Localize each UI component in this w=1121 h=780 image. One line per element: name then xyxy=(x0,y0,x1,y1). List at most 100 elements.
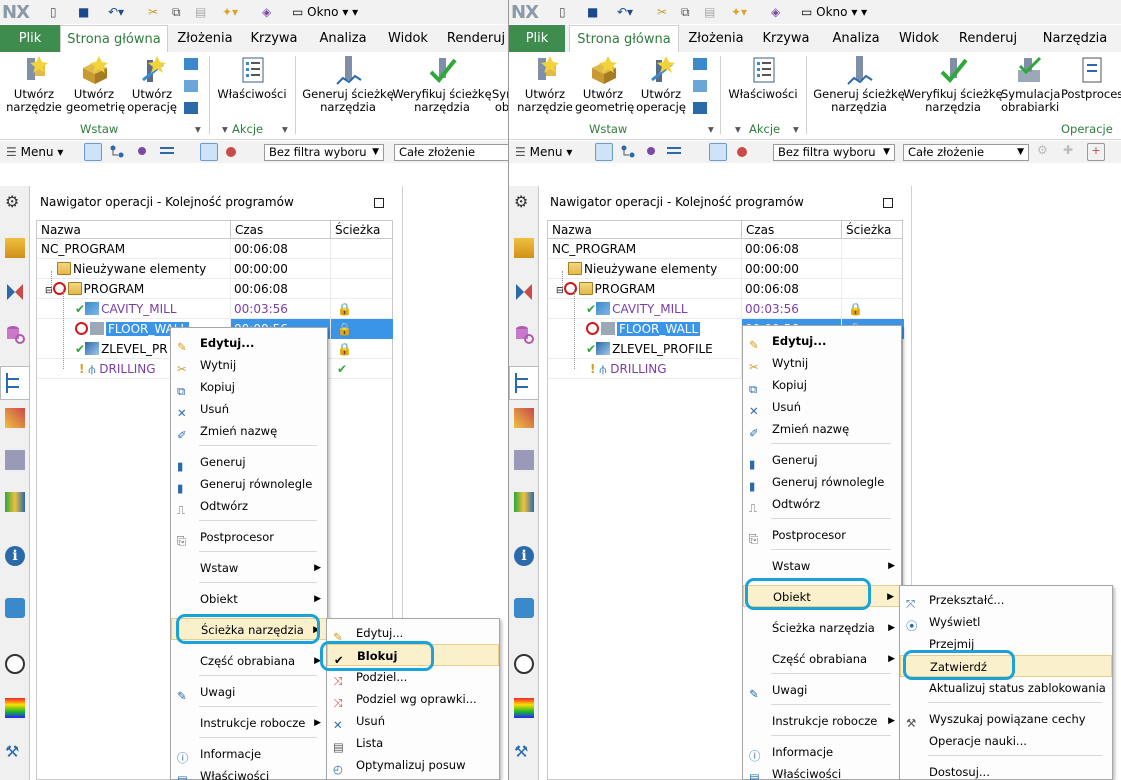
tab-tools[interactable]: Narzędzia xyxy=(1033,25,1117,52)
properties-button[interactable]: Właściwości xyxy=(727,54,799,101)
program-order-view-icon[interactable] xyxy=(709,143,727,161)
submenu-item-customize[interactable]: Dostosuj... xyxy=(900,761,1112,780)
submenu-item-update-lock-status[interactable]: Aktualizuj status zablokowania xyxy=(900,677,1112,699)
save-icon[interactable]: ■ xyxy=(78,4,89,20)
machine-tool-navigator-icon[interactable] xyxy=(514,408,534,428)
menu-item-edit[interactable]: ✎ Edytuj... xyxy=(171,332,327,354)
roles-icon[interactable]: ⚒ xyxy=(514,742,534,762)
table-row[interactable]: ⊟ PROGRAM 00:06:08 xyxy=(37,279,392,299)
tab-home[interactable]: Strona główna xyxy=(569,25,679,53)
create-tool-button[interactable]: Utwórz narzędzie xyxy=(6,54,62,114)
postprocess-button[interactable]: Postproces xyxy=(1061,54,1121,101)
menu-item-rename[interactable]: ✐ Zmień nazwę xyxy=(743,418,901,440)
column-header-name[interactable]: Nazwa xyxy=(37,221,231,239)
tab-curve[interactable]: Krzywa xyxy=(242,25,306,52)
list-icon[interactable] xyxy=(665,143,683,161)
window-menu[interactable]: ▭ Okno ▾ ▾ xyxy=(801,3,867,21)
web-browser-icon[interactable] xyxy=(5,598,25,618)
generate-path-button[interactable]: Generuj ścieżkę narzędzia xyxy=(302,54,394,114)
column-header-name[interactable]: Nazwa xyxy=(548,221,742,239)
tab-render[interactable]: Renderuj xyxy=(953,25,1023,52)
column-header-time[interactable]: Czas xyxy=(231,221,331,239)
tab-analysis[interactable]: Analiza xyxy=(823,25,889,52)
type-filter-icon[interactable] xyxy=(84,143,102,161)
small-geometry-icon[interactable] xyxy=(693,80,707,92)
group-actions-left-expand-icon[interactable]: ▾ xyxy=(222,122,228,136)
selection-intent-icon[interactable]: ⚙ xyxy=(1037,143,1055,161)
menu-item-object[interactable]: Obiekt ▶ xyxy=(171,588,327,610)
menu-item-work-instructions[interactable]: Instrukcje robocze ▶ xyxy=(743,710,901,732)
machine-tool-view-icon[interactable] xyxy=(222,143,240,161)
command-finder-icon[interactable]: ◈ xyxy=(771,4,780,20)
submenu-item-display[interactable]: ⦿ Wyświetl xyxy=(900,611,1112,633)
save-icon[interactable]: ■ xyxy=(587,4,598,20)
table-row[interactable]: NC_PROGRAM 00:06:08 xyxy=(548,239,902,259)
copy-icon[interactable]: ⧉ xyxy=(172,4,181,20)
constraint-navigator-icon[interactable] xyxy=(5,282,25,302)
command-finder-icon[interactable]: ◈ xyxy=(262,4,271,20)
reuse-library-icon[interactable] xyxy=(5,492,25,512)
cut-icon[interactable]: ✂ xyxy=(148,4,158,20)
tab-assemblies[interactable]: Złożenia xyxy=(683,25,749,52)
machining-features-icon[interactable] xyxy=(5,450,25,470)
menu-item-workpiece[interactable]: Część obrabiana ▶ xyxy=(171,650,327,672)
menu-item-generate[interactable]: ▮ Generuj xyxy=(743,449,901,471)
group-actions-left-expand-icon[interactable]: ▾ xyxy=(735,122,741,136)
information-icon[interactable]: i xyxy=(5,546,25,566)
table-row[interactable]: Nieużywane elementy 00:00:00 xyxy=(37,259,392,279)
group-actions-expand-icon[interactable]: ▾ xyxy=(282,122,288,136)
history-clock-icon[interactable] xyxy=(514,654,534,674)
information-icon[interactable]: i xyxy=(514,546,534,566)
menu-item-postprocessor[interactable]: ⎘ Postprocesor xyxy=(171,526,327,548)
simulate-machine-button[interactable]: Symulacja obrabiarki xyxy=(1001,54,1060,114)
menu-item-replay[interactable]: ⎍ Odtwórz xyxy=(171,495,327,517)
maximize-icon[interactable] xyxy=(883,198,893,208)
wand-icon[interactable]: ✦▾ xyxy=(222,4,238,20)
maximize-icon[interactable] xyxy=(374,198,384,208)
submenu-item-split-by-holder[interactable]: ⤨ Podziel wg oprawki... xyxy=(327,688,499,710)
submenu-item-teach-operations[interactable]: Operacje nauki... xyxy=(900,730,1112,752)
palette-icon[interactable] xyxy=(514,698,534,718)
table-row[interactable]: NC_PROGRAM 00:06:08 xyxy=(37,239,392,259)
menu-item-generate-parallel[interactable]: ▮ Generuj równolegle xyxy=(171,473,327,495)
menu-button[interactable]: ☰ Menu ▾ xyxy=(6,144,63,161)
verify-path-button[interactable]: Weryfikuj ścieżkę narzędzia xyxy=(392,54,492,114)
tab-view[interactable]: Widok xyxy=(893,25,945,52)
web-browser-icon[interactable] xyxy=(514,598,534,618)
undo-icon[interactable]: ↶▾ xyxy=(617,4,633,20)
table-row[interactable]: ✔ CAVITY_MILL 00:03:56 🔒 xyxy=(548,299,902,319)
create-tool-button[interactable]: Utwórz narzędzie xyxy=(517,54,573,114)
create-operation-button[interactable]: Utwórz operację xyxy=(633,54,689,114)
tab-file[interactable]: Plik xyxy=(0,25,60,52)
column-header-path[interactable]: Ścieżka xyxy=(842,221,904,239)
cut-icon[interactable]: ✂ xyxy=(657,4,667,20)
menu-item-toolpath[interactable]: Ścieżka narzędzia ▶ xyxy=(743,617,901,639)
menu-item-edit[interactable]: ✎ Edytuj... xyxy=(743,330,901,352)
snap-point-icon[interactable]: ✚ xyxy=(1063,143,1081,161)
verify-path-button[interactable]: Weryfikuj ścieżkę narzędzia xyxy=(903,54,1003,114)
submenu-item-optimize-feed[interactable]: ◴ Optymalizuj posuw xyxy=(327,754,499,776)
menu-item-cut[interactable]: ✂ Wytnij xyxy=(171,354,327,376)
machine-tool-view-icon[interactable] xyxy=(733,143,751,161)
tree-filter-icon[interactable] xyxy=(108,143,126,161)
machine-tool-navigator-icon[interactable] xyxy=(5,408,25,428)
menu-item-workpiece[interactable]: Część obrabiana ▶ xyxy=(743,648,901,670)
snap-icon[interactable] xyxy=(643,143,661,161)
window-menu[interactable]: ▭ Okno ▾ ▾ xyxy=(292,3,358,21)
submenu-item-list[interactable]: ▤ Lista xyxy=(327,732,499,754)
menu-item-work-instructions[interactable]: Instrukcje robocze ▶ xyxy=(171,712,327,734)
part-navigator-icon[interactable] xyxy=(514,324,534,344)
undo-icon[interactable]: ↶▾ xyxy=(108,4,124,20)
simulate-machine-button-truncated[interactable]: Sym ob xyxy=(492,54,508,114)
type-filter-icon[interactable] xyxy=(595,143,613,161)
menu-item-delete[interactable]: ✕ Usuń xyxy=(171,398,327,420)
scope-dropdown[interactable]: Całe złożenie ▼ xyxy=(903,144,1029,161)
small-method-icon[interactable] xyxy=(693,102,707,114)
menu-item-replay[interactable]: ⎍ Odtwórz xyxy=(743,493,901,515)
column-header-time[interactable]: Czas xyxy=(742,221,842,239)
new-file-icon[interactable]: ▯ xyxy=(559,4,566,20)
menu-button[interactable]: ☰ Menu ▾ xyxy=(515,144,572,161)
generate-path-button[interactable]: Generuj ścieżkę narzędzia xyxy=(813,54,905,114)
group-actions-expand-icon[interactable]: ▾ xyxy=(793,122,799,136)
menu-item-information[interactable]: ⓘ Informacje xyxy=(743,741,901,763)
